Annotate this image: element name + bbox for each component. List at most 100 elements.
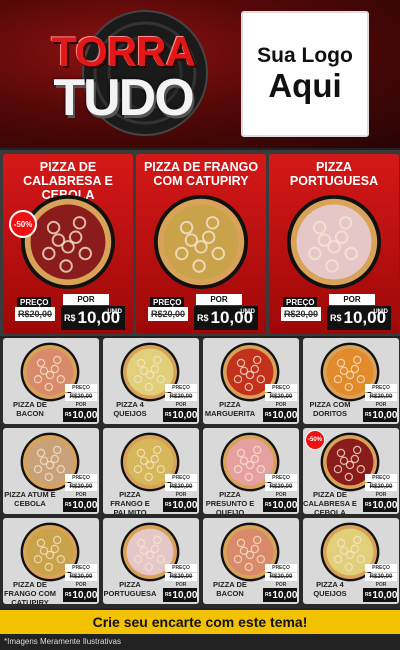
new-price: R$ 10,00 bbox=[263, 408, 297, 422]
price-block: PREÇO R$20,00 POR R$ 10,00 bbox=[359, 564, 397, 602]
price-block: PREÇO R$20,00 POR R$ 10,00 bbox=[259, 474, 297, 512]
price-block: PREÇO R$20,00 POR R$ 10,00 bbox=[259, 564, 297, 602]
currency: R$ bbox=[65, 592, 72, 598]
new-price: R$ 10,00 UNID bbox=[194, 306, 258, 330]
preco-label: PREÇO bbox=[165, 384, 197, 392]
por-label: POR bbox=[196, 294, 242, 305]
new-price: R$ 10,00 bbox=[263, 498, 297, 512]
new-price: R$ 10,00 bbox=[363, 498, 397, 512]
pizza-name: PIZZA DE BACON bbox=[13, 400, 47, 418]
disclaimer: *Imagens Meramente Ilustrativas bbox=[4, 637, 121, 646]
preco-label: PREÇO bbox=[265, 564, 297, 572]
logo-placeholder[interactable]: Sua Logo Aqui bbox=[241, 11, 369, 137]
price-value: 10,00 bbox=[372, 409, 398, 421]
grid-card[interactable]: PIZZA MARGUERITA PREÇO R$20,00 POR R$ 10,00 bbox=[203, 338, 299, 424]
new-price: R$ 10,00 bbox=[63, 498, 97, 512]
pizza-name: PIZZA COM DORITOS bbox=[309, 400, 351, 418]
logo-text-1: Sua Logo bbox=[257, 43, 353, 67]
grid-card[interactable]: -50% PIZZA DE CALABRESA E CEBOLA PREÇO R$20… bbox=[303, 428, 399, 514]
grid-card[interactable]: PIZZA 4 QUEIJOS PREÇO R$20,00 POR R$ 10,00 bbox=[303, 518, 399, 604]
pizza-icon bbox=[153, 194, 249, 290]
pizza-name: PIZZA DE FRANGO COM CATUPIRY bbox=[3, 580, 57, 604]
price-value: 10,00 bbox=[172, 589, 198, 601]
unit-label: UNID bbox=[240, 309, 255, 315]
discount-badge: -50% bbox=[9, 210, 37, 238]
currency: R$ bbox=[165, 592, 172, 598]
old-price: R$20,00 bbox=[65, 393, 97, 401]
new-price: R$ 10,00 UNID bbox=[61, 306, 125, 330]
preco-label: PREÇO bbox=[65, 474, 97, 482]
price-block: PREÇO R$20,00 POR R$ 10,00 UNID bbox=[277, 294, 391, 330]
currency: R$ bbox=[197, 313, 209, 323]
preco-label: PREÇO bbox=[65, 564, 97, 572]
grid-card[interactable]: PIZZA DE FRANGO COM CATUPIRY PREÇO R$20,00… bbox=[3, 518, 99, 604]
old-price: R$20,00 bbox=[365, 573, 397, 581]
price-value: 10,00 bbox=[172, 409, 198, 421]
old-price: R$20,00 bbox=[365, 393, 397, 401]
flyer: TORRA TUDO Sua Logo Aqui PIZZA DE CALABR… bbox=[0, 0, 400, 650]
featured-card[interactable]: PIZZA DE CALABRESA E CEBOLA-50%PREÇOR$20… bbox=[3, 154, 133, 334]
unit-label: UNID bbox=[107, 309, 122, 315]
old-price: R$20,00 bbox=[365, 483, 397, 491]
price-value: 10,00 bbox=[272, 589, 298, 601]
currency: R$ bbox=[65, 412, 72, 418]
featured-card[interactable]: PIZZA DE FRANGO COM CATUPIRY PREÇO R$20,00… bbox=[136, 154, 266, 334]
grid-card[interactable]: PIZZA DE BACON PREÇO R$20,00 POR R$ 10,00 bbox=[3, 338, 99, 424]
price-value: 10,00 bbox=[72, 499, 98, 511]
featured-title: PIZZA DE FRANGO COM CATUPIRY bbox=[143, 160, 259, 188]
pizza-image bbox=[20, 194, 116, 290]
old-price: R$20,00 bbox=[15, 307, 55, 321]
currency: R$ bbox=[165, 502, 172, 508]
price-value: 10,00 bbox=[272, 409, 298, 421]
grid-card[interactable]: PIZZA FRANGO E PALMITO PREÇO R$20,00 POR R$ 1… bbox=[103, 428, 199, 514]
new-price: R$ 10,00 bbox=[63, 588, 97, 602]
product-grid: PIZZA DE BACON PREÇO R$20,00 POR R$ 10,00 PIZZ… bbox=[0, 338, 400, 608]
pizza-image bbox=[286, 194, 382, 290]
currency: R$ bbox=[65, 502, 72, 508]
price-block: PREÇO R$20,00 POR R$ 10,00 bbox=[359, 384, 397, 422]
pizza-name: PIZZA DE BACON bbox=[213, 580, 247, 598]
price-block: PREÇO R$20,00 POR R$ 10,00 bbox=[59, 474, 97, 512]
old-price: R$20,00 bbox=[148, 307, 188, 321]
price-block: PREÇO R$20,00 POR R$ 10,00 UNID bbox=[144, 294, 258, 330]
grid-card[interactable]: PIZZA PRESUNTO E QUEIJO PREÇO R$20,00 POR R$… bbox=[203, 428, 299, 514]
pizza-name: PIZZA PRESUNTO E QUEIJO bbox=[205, 490, 255, 514]
price-value: 10,00 bbox=[372, 589, 398, 601]
featured-title: PIZZA PORTUGUESA bbox=[289, 160, 379, 188]
grid-card[interactable]: PIZZA 4 QUEIJOS PREÇO R$20,00 POR R$ 10,00 bbox=[103, 338, 199, 424]
featured-section: PIZZA DE CALABRESA E CEBOLA-50%PREÇOR$20… bbox=[0, 150, 400, 336]
price-block: PREÇO R$20,00 POR R$ 10,00 bbox=[159, 384, 197, 422]
currency: R$ bbox=[64, 313, 76, 323]
grid-card[interactable]: PIZZA DE BACON PREÇO R$20,00 POR R$ 10,00 bbox=[203, 518, 299, 604]
old-price: R$20,00 bbox=[265, 483, 297, 491]
pizza-name: PIZZA 4 QUEIJOS bbox=[313, 580, 347, 598]
pizza-name: PIZZA PORTUGUESA bbox=[103, 580, 157, 598]
grid-card[interactable]: PIZZA PORTUGUESA PREÇO R$20,00 POR R$ 10,00 bbox=[103, 518, 199, 604]
preco-label: PREÇO bbox=[365, 564, 397, 572]
price-block: PREÇO R$20,00 POR R$ 10,00 UNID bbox=[11, 294, 125, 330]
preco-label: PREÇO bbox=[165, 564, 197, 572]
old-price: R$20,00 bbox=[265, 393, 297, 401]
new-price: R$ 10,00 bbox=[263, 588, 297, 602]
cta-banner[interactable]: Crie seu encarte com este tema! bbox=[0, 610, 400, 634]
old-price: R$20,00 bbox=[165, 483, 197, 491]
currency: R$ bbox=[330, 313, 342, 323]
new-price: R$ 10,00 UNID bbox=[327, 306, 391, 330]
por-label: POR bbox=[329, 294, 375, 305]
por-label: POR bbox=[63, 294, 109, 305]
grid-card[interactable]: PIZZA COM DORITOS PREÇO R$20,00 POR R$ 10,00 bbox=[303, 338, 399, 424]
currency: R$ bbox=[165, 412, 172, 418]
pizza-icon bbox=[286, 194, 382, 290]
price-block: PREÇO R$20,00 POR R$ 10,00 bbox=[159, 564, 197, 602]
featured-card[interactable]: PIZZA PORTUGUESA PREÇO R$20,00 POR R$ 10,00 UN… bbox=[269, 154, 399, 334]
price-block: PREÇO R$20,00 POR R$ 10,00 bbox=[59, 384, 97, 422]
price-block: PREÇO R$20,00 POR R$ 10,00 bbox=[59, 564, 97, 602]
pizza-name: PIZZA FRANGO E PALMITO bbox=[110, 490, 150, 514]
preco-label: PREÇO bbox=[265, 474, 297, 482]
old-price: R$20,00 bbox=[65, 573, 97, 581]
new-price: R$ 10,00 bbox=[363, 408, 397, 422]
price-block: PREÇO R$20,00 POR R$ 10,00 bbox=[259, 384, 297, 422]
grid-card[interactable]: PIZZA ATUM E CEBOLA PREÇO R$20,00 POR R$ 10,0… bbox=[3, 428, 99, 514]
header-banner: TORRA TUDO Sua Logo Aqui bbox=[0, 0, 400, 148]
brand-line-2: TUDO bbox=[53, 69, 194, 127]
